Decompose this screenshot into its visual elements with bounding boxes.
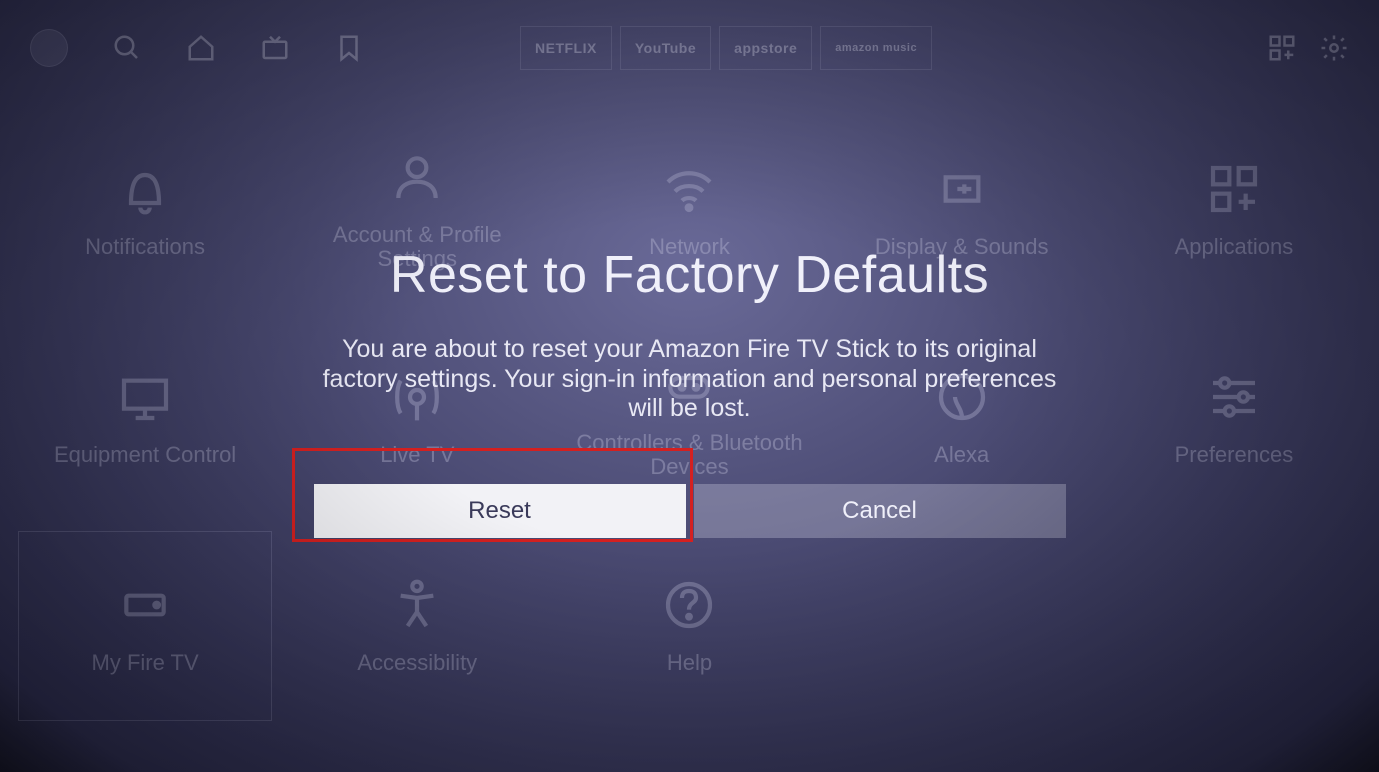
dialog-body: You are about to reset your Amazon Fire … <box>310 335 1070 424</box>
cancel-button[interactable]: Cancel <box>694 484 1066 538</box>
dialog-title: Reset to Factory Defaults <box>390 245 989 305</box>
factory-reset-dialog: Reset to Factory Defaults You are about … <box>0 0 1379 772</box>
reset-button[interactable]: Reset <box>314 484 686 538</box>
